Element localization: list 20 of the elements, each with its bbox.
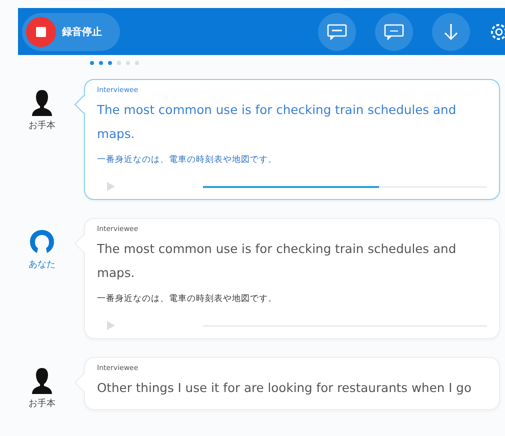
message-text: Other things I use it for are looking for restaurants when I go bbox=[97, 380, 472, 397]
stop-recording-button[interactable]: 録音停止 bbox=[22, 12, 120, 50]
speaker-label: お手本 bbox=[28, 120, 56, 132]
speaker-label: お手本 bbox=[28, 398, 56, 410]
translation-text: 一番身近なのは、電車の時刻表や地図です。 bbox=[97, 154, 277, 166]
page-dot[interactable] bbox=[99, 61, 103, 65]
person-silhouette-icon bbox=[31, 89, 53, 117]
stop-recording-label: 録音停止 bbox=[62, 25, 102, 38]
caption-icon[interactable] bbox=[318, 12, 356, 50]
user-avatar-icon bbox=[28, 228, 56, 256]
message-text: The most common use is for checking train schedules and maps. bbox=[97, 241, 458, 282]
person-silhouette-icon bbox=[31, 367, 53, 395]
subtitle-icon[interactable] bbox=[375, 12, 413, 50]
speaker-label: あなた bbox=[28, 259, 56, 271]
translation-text: 一番身近なのは、電車の時刻表や地図です。 bbox=[97, 293, 277, 305]
page-dot[interactable] bbox=[90, 61, 94, 65]
download-icon[interactable] bbox=[432, 12, 470, 50]
settings-icon[interactable] bbox=[489, 22, 505, 42]
page-dot[interactable] bbox=[108, 61, 112, 65]
message-text: The most common use is for checking train schedules and maps. bbox=[97, 102, 458, 143]
